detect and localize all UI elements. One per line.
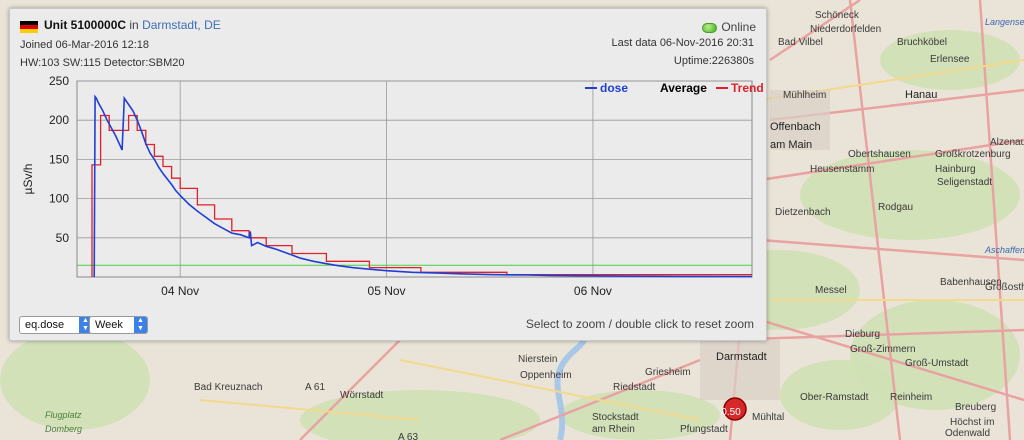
in-word: in [129,18,139,32]
map-place-label: Mühltal [752,412,784,423]
legend-label: Average [660,81,707,95]
y-tick-label: 50 [56,231,70,245]
map-place-label: Mühlheim [783,90,826,101]
sensor-marker-value: 0.50 [721,407,741,418]
map-place-label: Bruchköbel [897,37,947,48]
map-place-label: Domberg [45,424,82,434]
map-place-label: Darmstadt [716,351,767,363]
map-place-label: A 63 [398,432,418,440]
map-place-label: Bad Kreuznach [194,382,262,393]
map-place-label: Offenbach [770,121,821,133]
y-tick-label: 100 [49,192,69,206]
map-place-label: Odenwald [945,428,990,439]
map-place-label: am Rhein [592,424,635,435]
status-text: Online [721,20,756,34]
germany-flag-icon [20,21,38,33]
status-indicator: Online [702,20,756,34]
zoom-hint: Select to zoom / double click to reset z… [525,317,754,331]
map-place-label: Niederdorfelden [810,24,881,35]
x-tick-label: 05 Nov [368,284,406,298]
chart-legend: dose Average Trend [585,81,764,95]
forest-area [300,390,540,440]
map-place-label: Erlensee [930,54,970,65]
map-place-label: Heusenstamm [810,164,874,175]
map-place-label: Rodgau [878,202,913,213]
map-place-label: Ober-Ramstadt [800,392,869,403]
map-place-label: Dietzenbach [775,207,831,218]
map-place-label: Obertshausen [848,149,911,160]
urban-area [700,340,780,400]
map-place-label: Stockstadt [592,412,639,423]
time-range-select[interactable]: Week ▲ ▼ [89,316,148,334]
map-place-label: am Main [770,139,812,151]
legend-label: Trend [731,81,764,95]
map-place-label: A 61 [305,382,325,393]
hardware-info: HW:103 SW:115 Detector:SBM20 [20,57,185,69]
last-data-time: Last data 06-Nov-2016 20:31 [611,37,755,49]
device-info-panel: Unit 5100000C in Darmstadt, DE Online Jo… [9,8,767,341]
select-arrows-icon: ▲ ▼ [134,317,147,333]
x-tick-label: 06 Nov [574,284,612,298]
unit-name: Unit 5100000C [44,18,127,32]
x-tick-label: 04 Nov [161,284,199,298]
map-place-label: Dieburg [845,329,880,340]
dose-chart[interactable]: 50 100 150 200 250 04 Nov 05 Nov 06 Nov µSv/h dos… [10,69,766,301]
map-place-label: Alzenau [990,137,1024,148]
map-place-label: Großostheim [985,282,1024,293]
y-axis-label: µSv/h [21,164,35,195]
y-tick-label: 200 [49,113,69,127]
time-range-value: Week [95,319,123,331]
map-place-label: Hanau [905,89,937,101]
map-place-label: Nierstein [518,354,557,365]
map-place-label: Griesheim [645,367,691,378]
map-place-label: Bad Vilbel [778,37,823,48]
map-place-label: Breuberg [955,402,996,413]
joined-date: Joined 06-Mar-2016 12:18 [20,39,150,51]
map-place-label: Hainburg [935,164,976,175]
map-place-label: Seligenstadt [937,177,992,188]
measurement-type-value: eq.dose [25,319,65,331]
plot-area [76,80,753,278]
map-place-label: Groß-Zimmern [850,344,916,355]
map-place-label: Riedstadt [613,382,655,393]
map-place-label: Messel [815,285,847,296]
map-place-label: Großkrotzenburg [935,149,1011,160]
legend-label: dose [600,81,628,95]
measurement-type-select[interactable]: eq.dose ▲ ▼ [19,316,93,334]
uptime: Uptime:226380s [673,55,754,67]
online-dot-icon [702,22,718,33]
map-place-label: Aschaffenburg [984,245,1024,255]
map-place-label: Langenselbold [985,17,1024,27]
map-place-label: Oppenheim [520,370,572,381]
y-tick-label: 250 [49,74,69,88]
map-place-label: Reinheim [890,392,932,403]
map-place-label: Wörrstadt [340,390,384,401]
map-place-label: Pfungstadt [680,424,728,435]
map-place-label: Schöneck [815,10,860,21]
unit-title: Unit 5100000C in Darmstadt, DE [44,18,221,32]
map-place-label: Höchst im [950,417,994,428]
location-link[interactable]: Darmstadt, DE [142,18,221,32]
y-tick-label: 150 [49,152,69,166]
map-place-label: Flugplatz [45,410,82,420]
map-place-label: Groß-Umstadt [905,358,969,369]
